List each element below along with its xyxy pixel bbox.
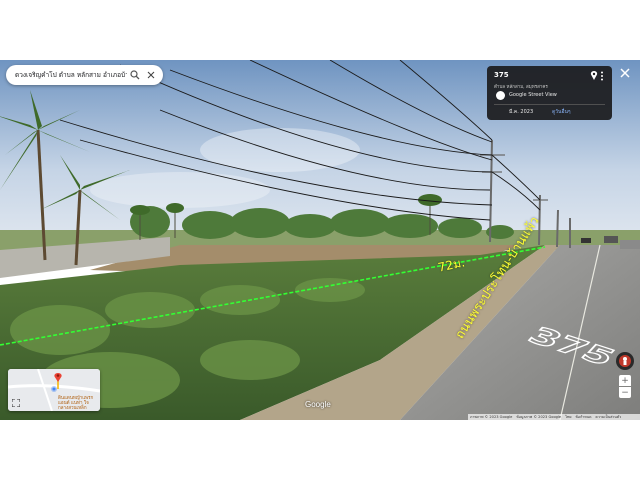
footer-attribution-bar: ภาพภาพ © 2023 Google ข้อมูลภาพ © 2023 Go… [468,414,640,420]
more-dates-link[interactable]: ดูวันอื่นๆ [552,108,571,116]
terms-link[interactable]: ข้อกำหนด [575,414,591,420]
pegman-button[interactable] [616,352,634,370]
card-provider: Google Street View [509,92,557,98]
location-info-card: 375 ตำบล หลักสาม, สมุทรสาคร Google Stree… [487,66,612,120]
zoom-in-button[interactable]: + [619,375,631,386]
data-attribution: ข้อมูลภาพ © 2023 Google [516,415,562,419]
privacy-link[interactable]: ความเป็นส่วนตัว [595,414,621,420]
card-title: 375 [494,71,509,79]
google-logo: Google [305,400,331,409]
street-view-logo-icon [496,91,505,100]
language-link[interactable]: ไทย [565,414,571,420]
mini-map-place-label: ดินแดนหญ้าแพรกแอนด์ แนท่า ใจ กลางสวนเหล็… [58,396,94,411]
search-input[interactable] [15,71,127,79]
zoom-out-button[interactable]: − [619,387,631,398]
pegman-icon [619,355,631,367]
capture-date: มี.ค. 2023 [509,109,534,115]
expand-icon[interactable] [12,399,20,407]
street-view-frame[interactable]: 375 72ม. ถนนพระประโทน-บ้านแพ้ว ดวงเจริญค… [0,60,640,420]
card-subtitle: ตำบล หลักสาม, สมุทรสาคร [494,85,548,90]
imagery-attribution: ภาพภาพ © 2023 Google [470,415,513,419]
card-divider [494,104,605,105]
exit-close-icon[interactable] [619,67,631,79]
more-options-icon[interactable] [600,71,604,81]
search-icon[interactable] [127,67,143,83]
close-icon[interactable] [143,67,159,83]
mini-map[interactable]: ดินแดนหญ้าแพรกแอนด์ แนท่า ใจ กลางสวนเหล็… [8,369,100,411]
search-box[interactable] [6,65,163,85]
location-pin-icon[interactable] [590,71,598,80]
